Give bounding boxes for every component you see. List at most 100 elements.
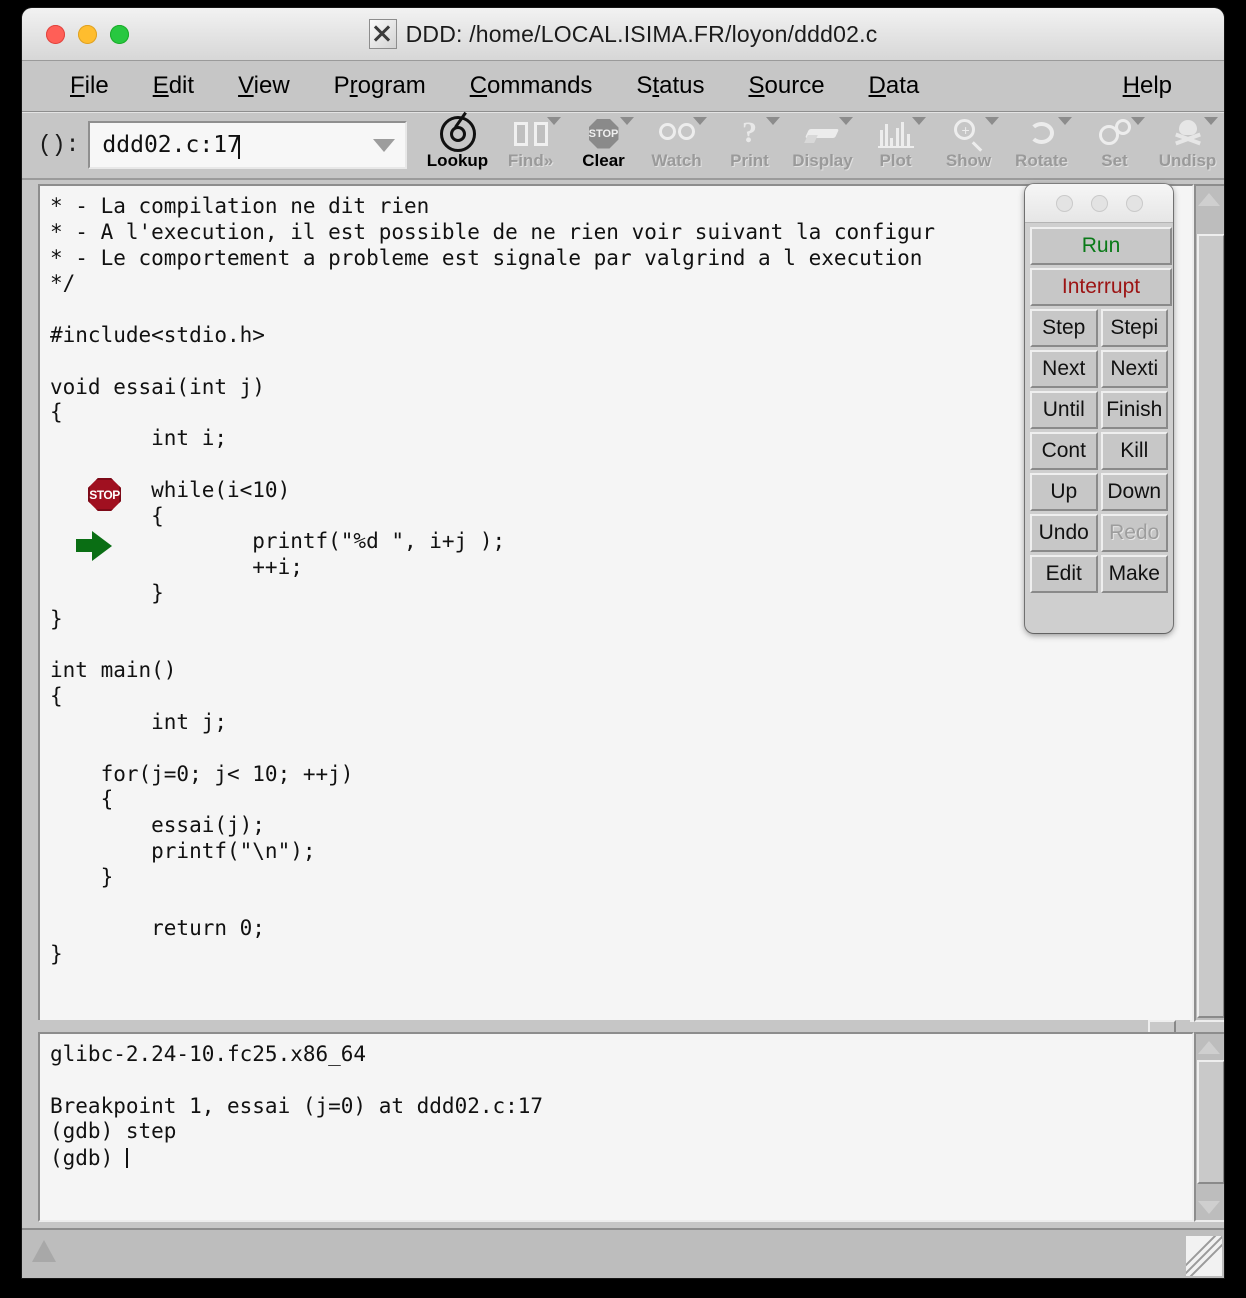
down-button[interactable]: Down [1100,473,1168,511]
source-code[interactable]: * - La compilation ne dit rien * - A l'e… [40,186,1192,1020]
show-button[interactable]: + Show [932,113,1005,178]
up-button[interactable]: Up [1030,473,1098,511]
menu-source[interactable]: Source [734,70,838,102]
gdb-console[interactable]: glibc-2.24-10.fc25.x86_64 Breakpoint 1, … [38,1032,1194,1222]
chevron-down-icon[interactable] [693,116,707,125]
command-tool-buttons: Run Interrupt Step Stepi Next Nexti Unti… [1025,223,1173,602]
clear-button[interactable]: STOP Clear [567,113,640,178]
find-label: Find» [507,150,554,170]
find-button[interactable]: Find» [494,113,567,178]
skull-icon [1173,116,1203,152]
source-scrollbar[interactable] [1194,184,1224,1022]
text-cursor [237,135,240,159]
make-button[interactable]: Make [1100,555,1168,593]
resize-grip[interactable] [1186,1236,1222,1276]
set-label: Set [1101,150,1128,170]
menu-program[interactable]: Program [320,70,440,102]
argument-combobox[interactable]: ddd02.c:17 [88,121,407,169]
cmd-zoom-button[interactable] [1125,194,1143,212]
cont-button[interactable]: Cont [1030,432,1098,470]
source-view[interactable]: STOP * - La compilation ne dit rien * - … [38,184,1194,1022]
source-scroll-thumb[interactable] [1197,234,1224,1018]
cmd-close-button[interactable] [1055,194,1073,212]
chevron-down-icon[interactable] [1058,116,1072,125]
chevron-down-icon[interactable] [985,116,999,125]
menu-edit[interactable]: Edit [139,70,208,102]
watch-label: Watch [651,150,702,170]
question-icon: ? [742,115,757,149]
menu-data[interactable]: Data [855,70,934,102]
set-button[interactable]: Set [1078,113,1151,178]
pencil-icon [803,116,841,152]
binoculars-icon [513,116,548,152]
chevron-down-icon[interactable] [766,116,780,125]
edit-button[interactable]: Edit [1030,555,1098,593]
nexti-button[interactable]: Nexti [1100,350,1168,388]
menubar: File Edit View Program Commands Status S… [22,61,1224,112]
redo-button: Redo [1100,514,1168,552]
command-tool-window: Run Interrupt Step Stepi Next Nexti Unti… [1025,184,1173,633]
next-button[interactable]: Next [1030,350,1098,388]
menu-commands[interactable]: Commands [456,70,607,102]
gears-icon [1098,116,1131,152]
kill-button[interactable]: Kill [1100,432,1168,470]
main-body: STOP * - La compilation ne dit rien * - … [22,180,1224,1278]
command-tool-titlebar [1025,184,1173,223]
chevron-down-icon[interactable] [912,116,926,125]
chevron-down-icon[interactable] [1204,116,1218,125]
ddd-main-window: DDD: /home/LOCAL.ISIMA.FR/loyon/ddd02.c … [22,8,1224,1278]
chevron-down-icon[interactable] [547,116,561,125]
stepi-button[interactable]: Stepi [1100,309,1168,347]
window-titlebar: DDD: /home/LOCAL.ISIMA.FR/loyon/ddd02.c [22,8,1224,61]
display-label: Display [792,150,853,170]
bottom-sash-handle[interactable] [32,1240,56,1262]
argument-input[interactable]: ddd02.c:17 [90,132,240,158]
run-button[interactable]: Run [1030,227,1172,265]
lookup-button[interactable]: Lookup [421,111,494,178]
watch-button[interactable]: Watch [640,113,713,178]
menu-view[interactable]: View [224,70,304,102]
gdb-console-text[interactable]: glibc-2.24-10.fc25.x86_64 Breakpoint 1, … [40,1034,1192,1172]
clear-label: Clear [582,150,625,170]
text-cursor [125,1148,128,1169]
scroll-up-arrow[interactable] [1196,188,1222,210]
plot-icon [877,116,914,152]
plot-button[interactable]: Plot [859,113,932,178]
console-scrollbar[interactable] [1194,1032,1224,1222]
menu-file[interactable]: File [56,70,123,102]
print-label: Print [730,150,769,170]
menu-status[interactable]: Status [622,70,718,102]
chevron-down-icon[interactable] [620,116,634,125]
step-button[interactable]: Step [1030,309,1098,347]
toolbar: (): ddd02.c:17 Lookup Find» STOP Clear W… [22,111,1224,180]
window-title: DDD: /home/LOCAL.ISIMA.FR/loyon/ddd02.c [405,20,878,47]
glasses-icon [658,116,695,152]
console-output: glibc-2.24-10.fc25.x86_64 Breakpoint 1, … [50,1042,544,1171]
show-label: Show [945,150,992,170]
rotate-button[interactable]: Rotate [1005,113,1078,178]
menu-help[interactable]: Help [1109,70,1186,102]
chevron-down-icon[interactable] [1131,116,1145,125]
magnifier-icon: + [953,116,984,152]
cmd-minimize-button[interactable] [1090,194,1108,212]
x11-icon [368,19,397,49]
console-scroll-down-arrow[interactable] [1196,1196,1222,1218]
console-scroll-up-arrow[interactable] [1196,1036,1222,1058]
console-scroll-thumb[interactable] [1197,1060,1224,1184]
window-bottom-bar [22,1228,1224,1278]
undisp-button[interactable]: Undisp [1151,113,1224,178]
finish-button[interactable]: Finish [1100,391,1168,429]
undisp-label: Undisp [1158,150,1217,170]
chevron-down-icon[interactable] [369,123,399,167]
until-button[interactable]: Until [1030,391,1098,429]
rotate-icon [1026,116,1058,152]
undo-button[interactable]: Undo [1030,514,1098,552]
plot-label: Plot [879,150,912,170]
window-title-group: DDD: /home/LOCAL.ISIMA.FR/loyon/ddd02.c [22,8,1224,60]
interrupt-button[interactable]: Interrupt [1030,268,1172,306]
display-button[interactable]: Display [786,113,859,178]
print-button[interactable]: ? Print [713,113,786,178]
lookup-label: Lookup [426,150,489,170]
argument-label: (): [38,132,80,158]
chevron-down-icon[interactable] [839,116,853,125]
